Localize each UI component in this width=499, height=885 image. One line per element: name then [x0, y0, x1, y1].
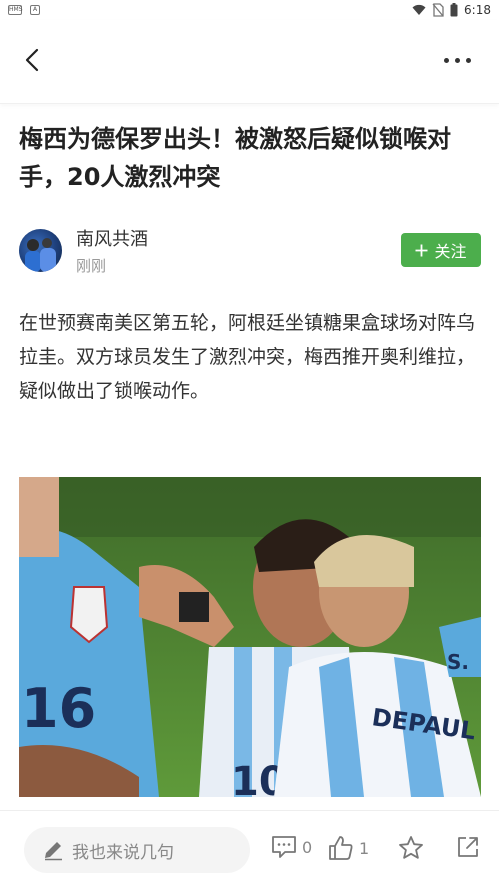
pencil-icon	[45, 842, 62, 861]
comment-placeholder: 我也来说几句	[72, 842, 174, 863]
article-photo[interactable]: 16 10 DEPAUL S.	[19, 477, 481, 797]
author-name[interactable]: 南风共酒	[76, 225, 148, 251]
star-icon	[399, 836, 423, 859]
author-row: 南风共酒 刚刚 关注	[19, 225, 481, 275]
status-left-icons: HMS A	[8, 5, 40, 15]
more-dots-icon	[443, 57, 449, 63]
plus-icon	[415, 244, 428, 256]
status-right: 6:18	[412, 3, 491, 17]
comment-input[interactable]: 我也来说几句	[24, 827, 250, 873]
avatar-image	[25, 238, 56, 272]
chevron-left-icon	[25, 48, 39, 72]
battery-icon	[450, 3, 458, 17]
status-time: 6:18	[464, 3, 491, 17]
comment-icon	[272, 836, 296, 858]
bottom-bar: 我也来说几句 0 1	[0, 810, 499, 885]
thumbs-up-icon	[329, 836, 353, 860]
article-title: 梅西为德保罗出头！被激怒后疑似锁喉对手，20人激烈冲突	[19, 125, 451, 191]
shoulder-text: S.	[447, 650, 469, 674]
a-icon: A	[30, 5, 40, 15]
avatar[interactable]	[19, 229, 62, 272]
follow-label: 关注	[434, 242, 467, 261]
status-bar: HMS A 6:18	[0, 0, 499, 20]
comment-button[interactable]: 0	[271, 835, 312, 859]
wifi-icon	[412, 4, 426, 15]
share-button[interactable]	[456, 835, 480, 859]
like-count: 1	[359, 838, 370, 858]
top-bar	[0, 20, 499, 104]
favorite-button[interactable]	[398, 835, 424, 861]
like-button[interactable]: 1	[328, 835, 369, 861]
photo-illustration: 16 10 DEPAUL S.	[19, 477, 481, 797]
back-button[interactable]	[14, 42, 50, 78]
share-icon	[458, 837, 478, 857]
follow-button[interactable]: 关注	[401, 233, 481, 267]
post-time: 刚刚	[76, 257, 107, 275]
hms-icon: HMS	[8, 5, 23, 15]
jersey-number-16: 16	[21, 677, 96, 740]
article-body: 在世预赛南美区第五轮，阿根廷坐镇糖果盒球场对阵乌拉圭。双方球员发生了激烈冲突，梅…	[19, 312, 476, 402]
comment-count: 0	[302, 837, 313, 857]
no-sim-icon	[432, 3, 444, 17]
more-button[interactable]	[437, 50, 477, 70]
